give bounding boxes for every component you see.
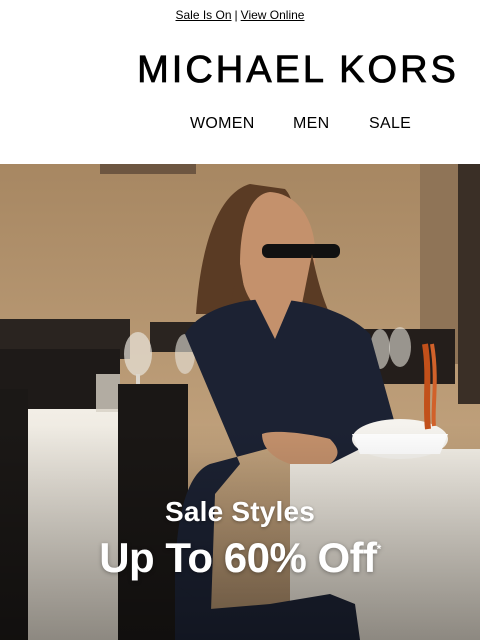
- main-nav: WOMEN MEN SALE: [0, 110, 480, 138]
- view-online-link[interactable]: View Online: [241, 8, 305, 22]
- hero-banner[interactable]: Sale Styles Up To 60% Off*: [0, 164, 480, 640]
- separator: |: [234, 8, 238, 22]
- hero-offer: Up To 60% Off*: [0, 534, 480, 582]
- sale-link[interactable]: Sale Is On: [176, 8, 232, 22]
- hero-headline: Sale Styles: [164, 496, 316, 527]
- logo-text: MICHAEL KORS: [137, 49, 459, 91]
- logo-wordmark: MICHAEL KORS: [137, 49, 459, 92]
- nav-item-sale[interactable]: SALE: [369, 110, 411, 138]
- hero-offer-text: Up To 60% Off: [99, 534, 377, 581]
- nav-item-women[interactable]: WOMEN: [190, 110, 255, 138]
- preheader: Sale Is On | View Online: [0, 0, 480, 30]
- nav-item-men[interactable]: MEN: [293, 110, 329, 138]
- hero-offer-footnote-mark: *: [376, 542, 382, 556]
- brand-logo[interactable]: MICHAEL KORS: [0, 46, 480, 94]
